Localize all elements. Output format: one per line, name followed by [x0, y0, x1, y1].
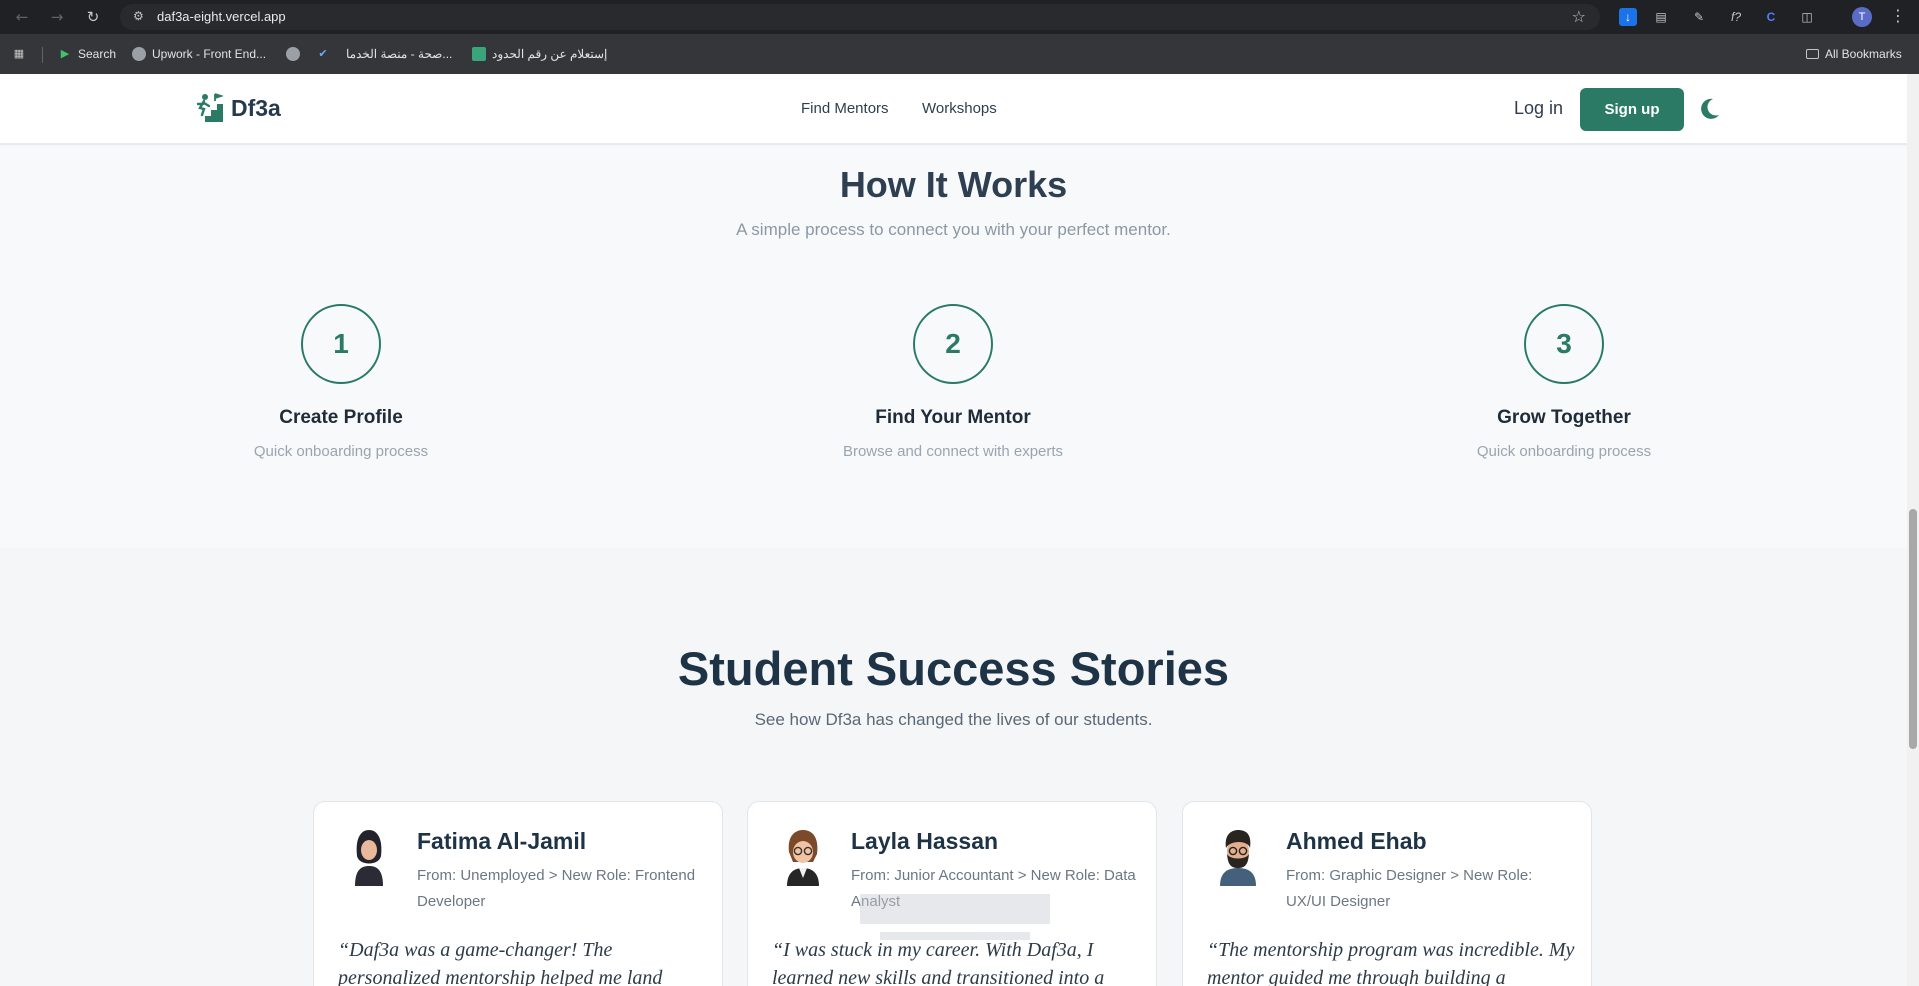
- signup-button[interactable]: Sign up: [1580, 88, 1684, 131]
- brand-logo[interactable]: Df3a: [195, 92, 281, 124]
- bookmark-upwork[interactable]: Upwork - Front End...: [132, 45, 266, 63]
- globe-icon: [132, 47, 146, 61]
- step-card: 2 Find Your Mentor Browse and connect wi…: [803, 304, 1103, 460]
- stairs-runner-icon: [196, 93, 224, 122]
- story-card: Ahmed Ehab From: Graphic Designer > New …: [1182, 801, 1592, 986]
- step-description: Quick onboarding process: [253, 443, 429, 460]
- login-link[interactable]: Log in: [1514, 98, 1563, 119]
- story-role: From: Graphic Designer > New Role: UX/UI…: [1286, 867, 1533, 910]
- story-role: From: Unemployed > New Role: Frontend De…: [417, 867, 696, 910]
- site-header: Df3a Find Mentors Workshops Log in Sign …: [0, 74, 1907, 145]
- reader-extension-icon[interactable]: ▤: [1652, 8, 1670, 26]
- story-card: Fatima Al-Jamil From: Unemployed > New R…: [313, 801, 723, 986]
- scrollbar-thumb[interactable]: [1909, 509, 1917, 749]
- page-viewport: Df3a Find Mentors Workshops Log in Sign …: [0, 74, 1907, 986]
- extensions-puzzle-icon[interactable]: ◫: [1798, 8, 1816, 26]
- back-icon[interactable]: ←: [12, 7, 32, 27]
- nav-workshops[interactable]: Workshops: [922, 100, 997, 117]
- story-quote: “Daf3a was a game-changer! The personali…: [338, 939, 663, 986]
- bookmarks-bar: ▦ ▶ Search Upwork - Front End... ✔ صحة - م…: [0, 34, 1919, 74]
- profile-avatar[interactable]: T: [1852, 7, 1872, 27]
- avatar: [355, 830, 383, 886]
- bookmark-health[interactable]: ✔ صحة - منصة الخدما...: [316, 45, 452, 63]
- bookmark-search[interactable]: ▶ Search: [58, 45, 116, 63]
- stories-title: Student Success Stories: [677, 642, 1230, 695]
- step-number: 2: [913, 304, 993, 384]
- step-title: Find Your Mentor: [875, 407, 1031, 428]
- doc-icon: [472, 47, 486, 61]
- watermark-logo: [860, 894, 1050, 940]
- step-number: 1: [301, 304, 381, 384]
- forward-icon[interactable]: →: [47, 7, 67, 27]
- step-number: 3: [1524, 304, 1604, 384]
- story-name: Ahmed Ehab: [1286, 828, 1427, 854]
- page-scrollbar[interactable]: [1907, 74, 1919, 986]
- how-it-works-subtitle: A simple process to connect you with you…: [736, 220, 1171, 239]
- how-it-works-title: How It Works: [839, 164, 1068, 205]
- bookmark-globe[interactable]: [286, 45, 300, 63]
- story-name: Fatima Al-Jamil: [417, 828, 587, 854]
- play-icon: ▶: [60, 48, 70, 60]
- story-quote: “The mentorship program was incredible. …: [1207, 939, 1575, 986]
- eyedropper-extension-icon[interactable]: ✎: [1690, 8, 1708, 26]
- reload-icon[interactable]: ↻: [83, 7, 103, 27]
- moon-icon[interactable]: [1696, 96, 1722, 122]
- fonts-extension-icon[interactable]: f?: [1727, 8, 1745, 26]
- step-card: 3 Grow Together Quick onboarding process: [1414, 304, 1714, 460]
- all-bookmarks[interactable]: All Bookmarks: [1806, 45, 1902, 63]
- globe-icon: [286, 47, 300, 61]
- stories-subtitle: See how Df3a has changed the lives of ou…: [754, 710, 1153, 729]
- avatar: [787, 830, 819, 886]
- brand-name: Df3a: [231, 94, 281, 121]
- bookmarks-divider: [42, 47, 43, 63]
- browser-menu-icon[interactable]: ⋮: [1890, 6, 1906, 25]
- step-card: 1 Create Profile Quick onboarding proces…: [191, 304, 491, 460]
- step-description: Quick onboarding process: [1476, 443, 1652, 460]
- step-title: Create Profile: [279, 407, 403, 428]
- download-extension-icon[interactable]: ↓: [1619, 8, 1637, 26]
- c-extension-icon[interactable]: C: [1762, 8, 1780, 26]
- step-description: Browse and connect with experts: [842, 443, 1064, 460]
- check-icon: ✔: [318, 48, 328, 60]
- bookmark-border-inquiry[interactable]: إستعلام عن رقم الحدود: [472, 45, 607, 63]
- bookmark-star-icon[interactable]: ☆: [1572, 7, 1586, 26]
- nav-find-mentors[interactable]: Find Mentors: [801, 100, 889, 117]
- story-name: Layla Hassan: [851, 828, 999, 854]
- apps-grid-icon[interactable]: ▦: [12, 45, 26, 63]
- avatar: [1220, 830, 1256, 886]
- url-text[interactable]: daf3a-eight.vercel.app: [157, 9, 286, 24]
- browser-toolbar: ← → ↻ ⚙ daf3a-eight.vercel.app ☆ ↓ ▤ ✎ f…: [0, 0, 1919, 34]
- folder-icon: [1806, 49, 1819, 59]
- site-info-icon[interactable]: ⚙: [133, 9, 144, 23]
- step-title: Grow Together: [1497, 407, 1631, 428]
- address-bar[interactable]: ⚙ daf3a-eight.vercel.app ☆: [120, 4, 1600, 30]
